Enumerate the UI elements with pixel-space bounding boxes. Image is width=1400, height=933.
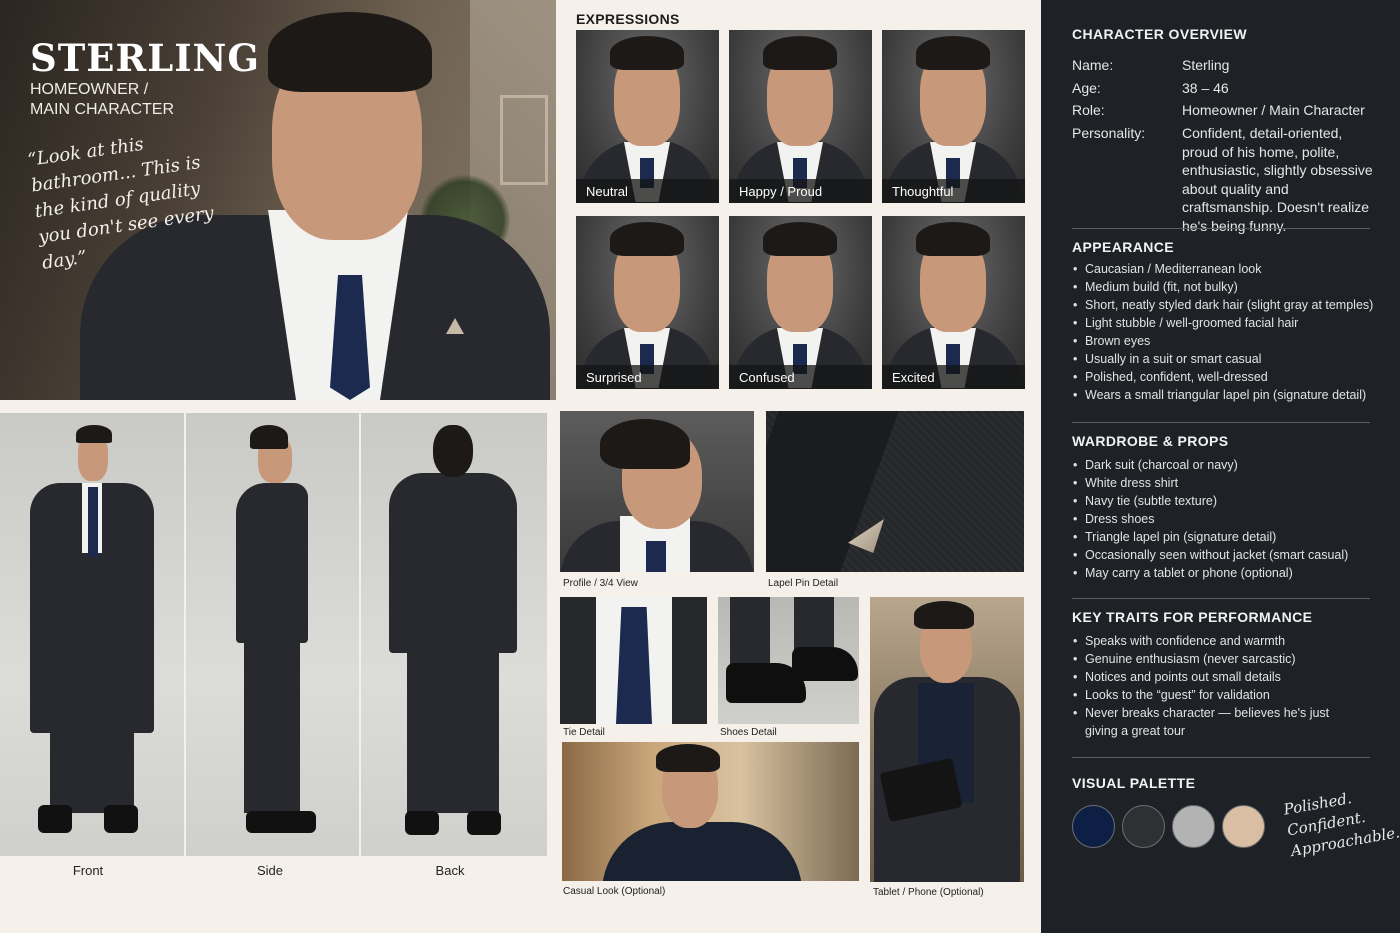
tie-detail-photo bbox=[560, 597, 707, 724]
wardrobe-item: Dress shoes bbox=[1073, 510, 1383, 528]
profile-view-photo bbox=[560, 411, 754, 572]
expression-label: Happy / Proud bbox=[729, 179, 872, 203]
traits-title: KEY TRAITS FOR PERFORMANCE bbox=[1072, 609, 1313, 625]
expression-tile: Surprised bbox=[576, 216, 719, 389]
appearance-item: Light stubble / well-groomed facial hair bbox=[1073, 314, 1383, 332]
expression-tile: Confused bbox=[729, 216, 872, 389]
palette-swatch bbox=[1172, 805, 1215, 848]
shoes-detail-photo bbox=[718, 597, 859, 724]
traits-item: Looks to the “guest” for validation bbox=[1073, 686, 1353, 704]
traits-item: Speaks with confidence and warmth bbox=[1073, 632, 1353, 650]
divider bbox=[1072, 228, 1370, 229]
turnaround-side bbox=[186, 413, 359, 856]
casual-look-label: Casual Look (Optional) bbox=[563, 886, 666, 897]
turnaround-front-label: Front bbox=[72, 863, 104, 878]
character-role-line1: HOMEOWNER / bbox=[30, 81, 149, 98]
traits-item: Notices and points out small details bbox=[1073, 668, 1353, 686]
profile-view-label: Profile / 3/4 View bbox=[563, 578, 638, 589]
tie-detail-label: Tie Detail bbox=[563, 727, 605, 738]
overview-name-key: Name: bbox=[1072, 57, 1114, 73]
wardrobe-list: Dark suit (charcoal or navy)White dress … bbox=[1073, 456, 1383, 582]
overview-role-key: Role: bbox=[1072, 102, 1105, 118]
expression-label: Excited bbox=[882, 365, 1025, 389]
overview-age-key: Age: bbox=[1072, 80, 1101, 96]
expression-label: Confused bbox=[729, 365, 872, 389]
character-role: HOMEOWNER / MAIN CHARACTER bbox=[30, 80, 230, 120]
appearance-item: Polished, confident, well-dressed bbox=[1073, 368, 1383, 386]
wardrobe-title: WARDROBE & PROPS bbox=[1072, 433, 1229, 449]
character-quote: “Look at this bathroom... This is the ki… bbox=[26, 133, 216, 274]
expression-tile: Happy / Proud bbox=[729, 30, 872, 203]
hero-portrait: STERLING HOMEOWNER / MAIN CHARACTER “Loo… bbox=[0, 0, 556, 400]
character-name: STERLING bbox=[30, 36, 260, 80]
appearance-title: APPEARANCE bbox=[1072, 239, 1175, 255]
palette-swatch bbox=[1222, 805, 1265, 848]
overview-personality-value: Confident, detail-oriented, proud of his… bbox=[1182, 125, 1373, 234]
appearance-item: Caucasian / Mediterranean look bbox=[1073, 260, 1383, 278]
appearance-item: Medium build (fit, not bulky) bbox=[1073, 278, 1383, 296]
wardrobe-item: Occasionally seen without jacket (smart … bbox=[1073, 546, 1383, 564]
turnaround-side-label: Side bbox=[256, 863, 284, 878]
overview-name-value: Sterling bbox=[1182, 57, 1230, 73]
lapel-pin-photo bbox=[766, 411, 1024, 572]
overview-age-value: 38 – 46 bbox=[1182, 80, 1229, 96]
lapel-pin-label: Lapel Pin Detail bbox=[768, 578, 839, 589]
wardrobe-item: White dress shirt bbox=[1073, 474, 1383, 492]
appearance-item: Wears a small triangular lapel pin (sign… bbox=[1073, 386, 1383, 404]
traits-item: Never breaks character — believes he's j… bbox=[1073, 704, 1353, 740]
palette-title: VISUAL PALETTE bbox=[1072, 775, 1196, 791]
traits-item: Genuine enthusiasm (never sarcastic) bbox=[1073, 650, 1353, 668]
appearance-item: Usually in a suit or smart casual bbox=[1073, 350, 1383, 368]
overview-title: CHARACTER OVERVIEW bbox=[1072, 26, 1247, 42]
overview-role-value: Homeowner / Main Character bbox=[1182, 102, 1365, 118]
wardrobe-item: Triangle lapel pin (signature detail) bbox=[1073, 528, 1383, 546]
turnaround-front bbox=[0, 413, 184, 856]
wardrobe-item: May carry a tablet or phone (optional) bbox=[1073, 564, 1383, 582]
shoes-detail-label: Shoes Detail bbox=[720, 727, 777, 738]
wardrobe-item: Navy tie (subtle texture) bbox=[1073, 492, 1383, 510]
overview-personality-key: Personality: bbox=[1072, 125, 1146, 141]
appearance-item: Brown eyes bbox=[1073, 332, 1383, 350]
appearance-item: Short, neatly styled dark hair (slight g… bbox=[1073, 296, 1383, 314]
palette-swatch bbox=[1072, 805, 1115, 848]
turnaround-back bbox=[361, 413, 547, 856]
expression-label: Surprised bbox=[576, 365, 719, 389]
divider bbox=[1072, 757, 1370, 758]
turnaround-back-label: Back bbox=[435, 863, 465, 878]
divider bbox=[1072, 422, 1370, 423]
expression-label: Thoughtful bbox=[882, 179, 1025, 203]
traits-list: Speaks with confidence and warmthGenuine… bbox=[1073, 632, 1353, 740]
casual-look-photo bbox=[562, 742, 859, 881]
tablet-phone-photo bbox=[870, 597, 1024, 882]
expressions-title: EXPRESSIONS bbox=[576, 11, 680, 27]
background-picture-frame bbox=[500, 95, 548, 185]
expression-tile: Thoughtful bbox=[882, 30, 1025, 203]
portrait-hair bbox=[268, 12, 432, 92]
tablet-phone-label: Tablet / Phone (Optional) bbox=[873, 887, 984, 898]
appearance-list: Caucasian / Mediterranean lookMedium bui… bbox=[1073, 260, 1383, 404]
wardrobe-item: Dark suit (charcoal or navy) bbox=[1073, 456, 1383, 474]
expression-tile: Excited bbox=[882, 216, 1025, 389]
palette-swatch bbox=[1122, 805, 1165, 848]
expression-tile: Neutral bbox=[576, 30, 719, 203]
character-role-line2: MAIN CHARACTER bbox=[30, 101, 175, 118]
divider bbox=[1072, 598, 1370, 599]
expression-label: Neutral bbox=[576, 179, 719, 203]
